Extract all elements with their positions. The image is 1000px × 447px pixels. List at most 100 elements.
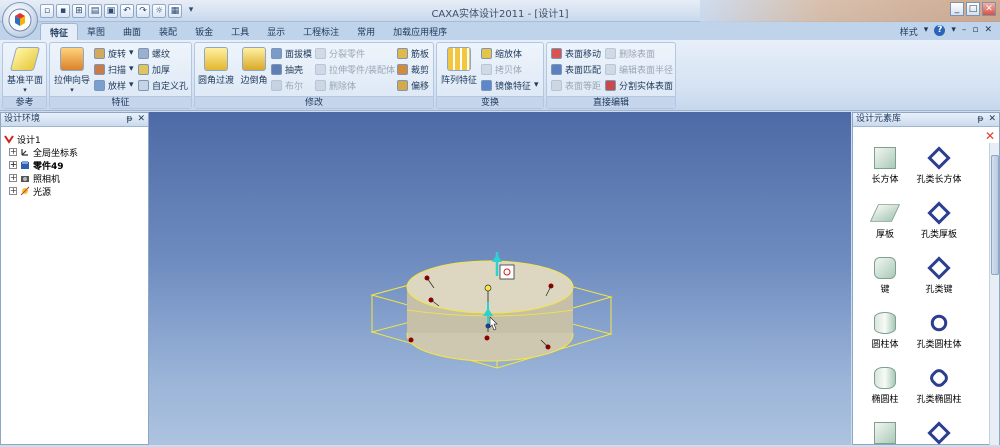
group-label-reference: 参考 <box>3 96 46 108</box>
edit-face-radius-button[interactable]: 编辑表面半径 <box>605 62 673 76</box>
light-source-icon <box>20 186 30 196</box>
boolean-button[interactable]: 布尔 <box>271 78 303 92</box>
copy-body-button[interactable]: 拷贝体 <box>481 62 522 76</box>
tab-sheet-metal[interactable]: 钣金 <box>186 23 222 40</box>
style-dropdown-icon[interactable]: ▾ <box>924 25 929 38</box>
close-library-icon[interactable]: ✕ <box>985 129 995 143</box>
pin-icon[interactable]: ᵽ <box>977 113 983 126</box>
doc-restore-icon[interactable]: ▫ <box>972 25 978 38</box>
thicken-button[interactable]: 加厚 <box>138 62 170 76</box>
rib-button[interactable]: 筋板 <box>397 46 429 60</box>
maximize-button[interactable]: □ <box>966 2 980 16</box>
mirror-feature-button[interactable]: 镜像特征 ▾ <box>481 78 539 92</box>
library-item-partial[interactable] <box>855 422 915 447</box>
doc-minimize-icon[interactable]: – <box>962 25 967 38</box>
library-item-label: 键 <box>880 285 890 295</box>
panel-close-icon[interactable]: ✕ <box>988 113 996 126</box>
library-item-hole-elliptic-cylinder[interactable]: 孔类椭圆柱 <box>909 366 969 405</box>
library-scrollbar[interactable] <box>989 143 999 445</box>
thread-button[interactable]: 螺纹 <box>138 46 170 60</box>
library-item-elliptic-cylinder[interactable]: 椭圆柱 <box>855 367 915 405</box>
tree-item-camera[interactable]: + 照相机 <box>9 172 60 185</box>
close-button[interactable]: ✕ <box>982 2 996 16</box>
pin-icon[interactable]: ᵽ <box>126 113 132 126</box>
revolve-dropdown-icon: ▾ <box>129 48 134 58</box>
offset-button[interactable]: 偏移 <box>397 78 429 92</box>
tab-addins[interactable]: 加载应用程序 <box>384 23 456 40</box>
library-item-key[interactable]: 键 <box>855 257 915 295</box>
shell-button[interactable]: 抽壳 <box>271 62 303 76</box>
chamfer-button[interactable]: 边倒角 <box>237 45 271 95</box>
doc-close-icon[interactable]: ✕ <box>984 25 992 38</box>
trim-button[interactable]: 裁剪 <box>397 62 429 76</box>
library-item-hole-box[interactable]: 孔类长方体 <box>909 146 969 185</box>
loft-button[interactable]: 放样 ▾ <box>94 78 134 92</box>
library-item-hole-key[interactable]: 孔类键 <box>909 256 969 295</box>
extrude-part-button[interactable]: 拉伸零件/装配体 <box>315 62 395 76</box>
scale-body-button[interactable]: 缩放体 <box>481 46 522 60</box>
tree-item-part[interactable]: + 零件49 <box>9 159 64 172</box>
application-menu-button[interactable] <box>2 2 38 38</box>
split-solid-face-button[interactable]: 分割实体表面 <box>605 78 673 92</box>
3d-viewport[interactable] <box>149 112 851 445</box>
move-face-label: 表面移动 <box>565 49 602 60</box>
revolve-button[interactable]: 旋转 ▾ <box>94 46 134 60</box>
tab-assembly[interactable]: 装配 <box>150 23 186 40</box>
sweep-dropdown-icon: ▾ <box>129 64 134 74</box>
tab-sketch[interactable]: 草图 <box>78 23 114 40</box>
loft-icon <box>94 79 105 91</box>
expand-icon[interactable]: + <box>9 161 17 169</box>
expand-icon[interactable]: + <box>9 187 17 195</box>
tree-item-design[interactable]: 设计1 <box>4 133 41 146</box>
minimize-button[interactable]: _ <box>950 2 964 16</box>
extrude-wizard-icon <box>60 47 84 71</box>
design-element-library-panel: 设计元素库 ᵽ ✕ ✕ 长方体 孔类长方体 厚板 孔类厚板 键 孔类键 圆柱体 孔… <box>852 112 1000 445</box>
delete-body-button[interactable]: 删除体 <box>315 78 356 92</box>
sweep-button[interactable]: 扫描 ▾ <box>94 62 134 76</box>
library-item-hole-plate[interactable]: 孔类厚板 <box>909 201 969 240</box>
style-menu[interactable]: 样式 <box>900 25 918 38</box>
datum-plane-label: 基准平面 <box>6 76 43 86</box>
split-part-button[interactable]: 分裂零件 <box>315 46 365 60</box>
draft-button[interactable]: 面拔模 <box>271 46 312 60</box>
expand-icon[interactable]: + <box>9 148 17 156</box>
cylinder-icon <box>874 312 896 334</box>
design-element-library-header: 设计元素库 ᵽ ✕ <box>853 113 999 127</box>
custom-hole-button[interactable]: 自定义孔 <box>138 78 188 92</box>
thread-label: 螺纹 <box>152 49 171 60</box>
tree-item-global-coords[interactable]: + 全局坐标系 <box>9 146 78 159</box>
panel-close-icon[interactable]: ✕ <box>137 113 145 126</box>
tab-surface[interactable]: 曲面 <box>114 23 150 40</box>
tab-feature[interactable]: 特征 <box>40 23 79 40</box>
draft-icon <box>271 47 282 59</box>
library-item-plate[interactable]: 厚板 <box>855 202 915 240</box>
scale-body-icon <box>481 47 492 59</box>
move-face-button[interactable]: 表面移动 <box>551 46 601 60</box>
help-dropdown-icon[interactable]: ▾ <box>951 25 956 38</box>
delete-face-button[interactable]: 删除表面 <box>605 46 655 60</box>
library-item-partial-hole[interactable] <box>909 421 969 447</box>
fillet-button[interactable]: 圆角过渡 <box>197 45 235 95</box>
tab-annotation[interactable]: 工程标注 <box>294 23 348 40</box>
datum-plane-button[interactable]: 基准平面 ▾ <box>5 45 45 95</box>
offset-face-button[interactable]: 表面等距 <box>551 78 601 92</box>
extrude-wizard-button[interactable]: 拉伸向导 ▾ <box>52 45 92 95</box>
match-face-button[interactable]: 表面匹配 <box>551 62 601 76</box>
tree-item-lights[interactable]: + 光源 <box>9 185 51 198</box>
library-item-hole-cylinder[interactable]: 孔类圆柱体 <box>909 311 969 350</box>
extrude-wizard-label: 拉伸向导 <box>53 76 90 86</box>
ribbon: 基准平面 ▾ 参考 拉伸向导 ▾ 旋转 ▾ 扫描 ▾ 放样 ▾ 螺纹 加厚 自定义孔 … <box>0 40 1000 111</box>
tab-tools[interactable]: 工具 <box>222 23 258 40</box>
library-item-cylinder[interactable]: 圆柱体 <box>855 312 915 350</box>
pattern-feature-button[interactable]: 阵列特征 <box>439 45 479 95</box>
expand-icon[interactable]: + <box>9 174 17 182</box>
tab-display[interactable]: 显示 <box>258 23 294 40</box>
custom-hole-label: 自定义孔 <box>152 81 189 92</box>
library-scrollbar-thumb[interactable] <box>991 155 999 275</box>
tree-label: 零件49 <box>33 161 64 172</box>
part-model[interactable] <box>149 112 851 445</box>
tab-common[interactable]: 常用 <box>348 23 384 40</box>
library-item-box[interactable]: 长方体 <box>855 147 915 185</box>
help-icon[interactable]: ? <box>934 25 946 36</box>
loft-label: 放样 <box>108 81 127 92</box>
